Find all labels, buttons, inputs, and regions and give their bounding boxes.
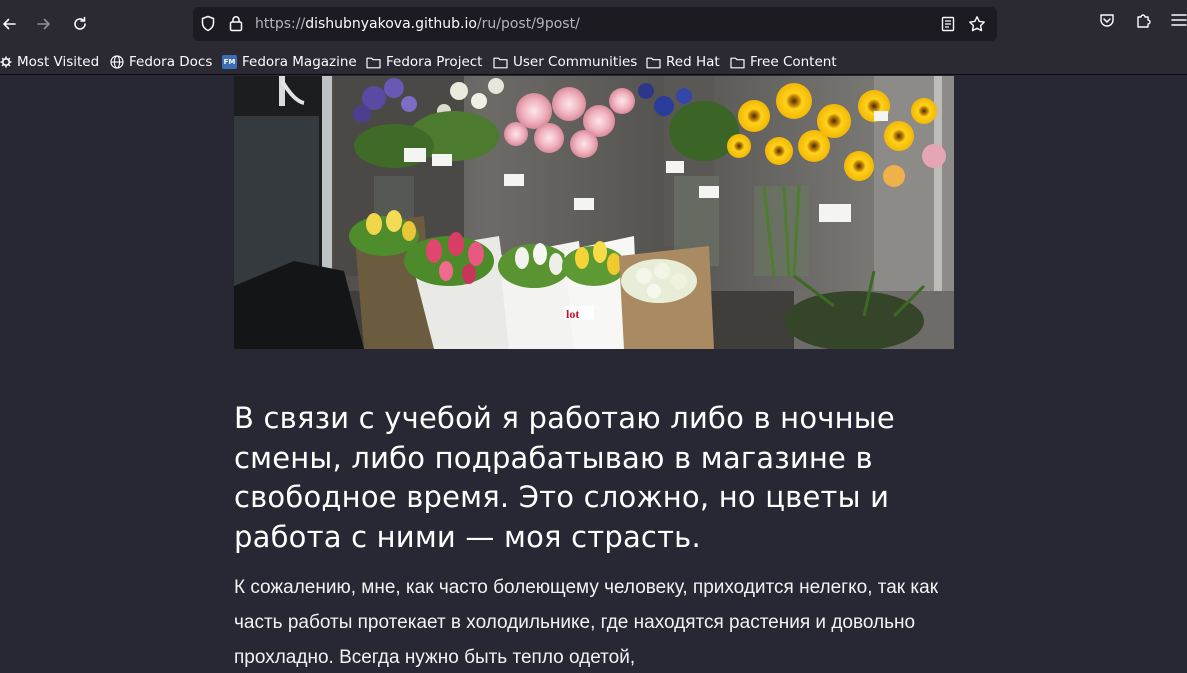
folder-icon bbox=[366, 57, 381, 68]
url-host: dishubnyakova.github.io bbox=[305, 16, 477, 32]
article-paragraph: К сожалению, мне, как часто болеющему че… bbox=[234, 577, 939, 668]
back-button[interactable] bbox=[0, 9, 24, 39]
bookmark-label: Fedora Magazine bbox=[242, 54, 357, 70]
bookmark-fedora-docs[interactable]: Fedora Docs bbox=[110, 52, 212, 72]
browser-toolbar: https://dishubnyakova.github.io/ru/post/… bbox=[0, 0, 1187, 48]
flower-shop-photo: lot bbox=[234, 76, 954, 349]
svg-text:lot: lot bbox=[566, 307, 579, 321]
lock-icon[interactable] bbox=[229, 15, 243, 32]
folder-icon bbox=[493, 57, 508, 68]
bookmark-star-icon[interactable] bbox=[968, 15, 986, 33]
url-text[interactable]: https://dishubnyakova.github.io/ru/post/… bbox=[255, 15, 580, 33]
flower-shop-image: lot bbox=[234, 76, 954, 349]
folder-icon bbox=[646, 57, 661, 68]
bookmark-most-visited[interactable]: Most Visited bbox=[0, 52, 99, 72]
url-path: /ru/post/9post/ bbox=[476, 16, 580, 32]
bookmark-fedora-magazine[interactable]: FM Fedora Magazine bbox=[222, 52, 357, 72]
bookmark-user-communities[interactable]: User Communities bbox=[493, 52, 637, 72]
reload-icon bbox=[74, 16, 86, 30]
hamburger-menu-icon[interactable] bbox=[1171, 12, 1187, 28]
extensions-puzzle-icon[interactable] bbox=[1135, 12, 1152, 29]
article-heading: В связи с учебой я работаю либо в ночные… bbox=[234, 401, 895, 554]
url-scheme: https:// bbox=[255, 16, 306, 32]
bookmark-red-hat[interactable]: Red Hat bbox=[646, 52, 720, 72]
bookmark-label: Red Hat bbox=[666, 54, 720, 70]
bookmark-free-content[interactable]: Free Content bbox=[730, 52, 837, 72]
bookmark-label: Fedora Project bbox=[386, 54, 483, 70]
tracking-protection-shield-icon[interactable] bbox=[200, 15, 216, 32]
page-content: lot В связи с учебой я работаю либо в но… bbox=[0, 76, 1187, 673]
fedora-magazine-icon: FM bbox=[222, 55, 237, 69]
bookmark-label: Most Visited bbox=[17, 54, 100, 70]
bookmark-label: Fedora Docs bbox=[129, 54, 213, 70]
gear-icon bbox=[0, 56, 12, 68]
bookmark-fedora-project[interactable]: Fedora Project bbox=[366, 52, 482, 72]
folder-icon bbox=[730, 57, 745, 68]
reader-view-icon[interactable] bbox=[941, 16, 955, 32]
bookmark-label: User Communities bbox=[513, 54, 638, 70]
arrow-right-icon bbox=[37, 18, 50, 30]
reload-button[interactable] bbox=[65, 9, 95, 39]
pocket-icon[interactable] bbox=[1099, 12, 1115, 28]
globe-icon bbox=[110, 55, 124, 69]
url-bar[interactable]: https://dishubnyakova.github.io/ru/post/… bbox=[193, 7, 997, 41]
bookmarks-toolbar: Most Visited Fedora Docs FM Fedora Magaz… bbox=[0, 48, 1187, 75]
bookmark-label: Free Content bbox=[750, 54, 837, 70]
arrow-left-icon bbox=[3, 18, 16, 30]
forward-button[interactable] bbox=[29, 9, 59, 39]
